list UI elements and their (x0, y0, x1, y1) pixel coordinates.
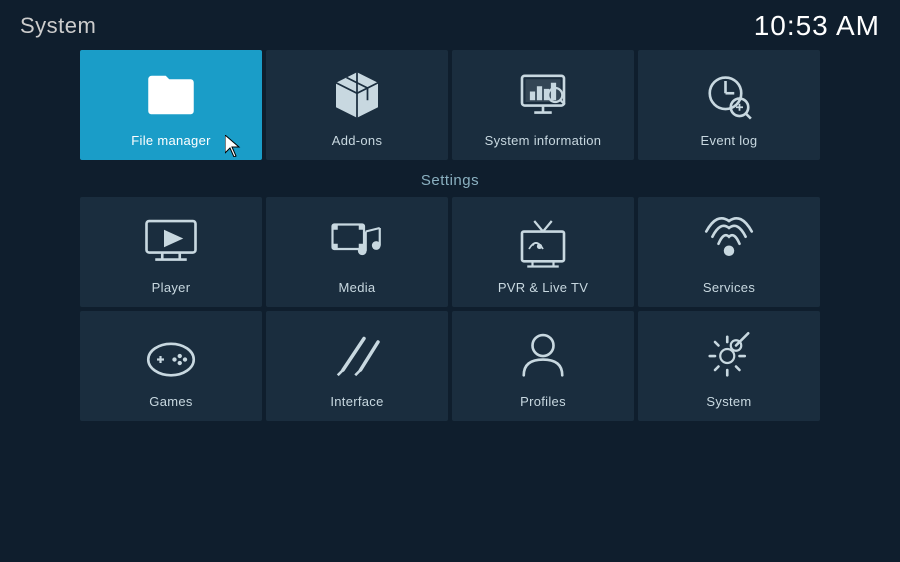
settings-grid: Player Media (80, 197, 820, 421)
profiles-icon (515, 328, 571, 384)
add-ons-icon (329, 67, 385, 123)
file-manager-icon (143, 67, 199, 123)
system-icon (701, 328, 757, 384)
top-tiles-row: File manager Add-ons (0, 50, 900, 160)
system-information-icon (515, 67, 571, 123)
media-label: Media (339, 280, 376, 295)
tile-media[interactable]: Media (266, 197, 448, 307)
tile-system[interactable]: System (638, 311, 820, 421)
tile-file-manager[interactable]: File manager (80, 50, 262, 160)
services-icon (701, 214, 757, 270)
tile-add-ons[interactable]: Add-ons (266, 50, 448, 160)
page-title: System (20, 13, 96, 39)
player-icon (143, 214, 199, 270)
tile-event-log[interactable]: Event log (638, 50, 820, 160)
media-icon (329, 214, 385, 270)
system-information-label: System information (485, 133, 602, 148)
event-log-icon (701, 67, 757, 123)
tile-system-information[interactable]: System information (452, 50, 634, 160)
tile-profiles[interactable]: Profiles (452, 311, 634, 421)
player-label: Player (152, 280, 191, 295)
profiles-label: Profiles (520, 394, 566, 409)
file-manager-label: File manager (131, 133, 210, 148)
pvr-live-tv-label: PVR & Live TV (498, 280, 588, 295)
games-label: Games (149, 394, 192, 409)
pvr-live-tv-icon (515, 214, 571, 270)
tile-games[interactable]: Games (80, 311, 262, 421)
services-label: Services (703, 280, 755, 295)
interface-icon (329, 328, 385, 384)
games-icon (143, 328, 199, 384)
tile-services[interactable]: Services (638, 197, 820, 307)
system-label: System (706, 394, 751, 409)
add-ons-label: Add-ons (332, 133, 383, 148)
interface-label: Interface (330, 394, 383, 409)
tile-pvr-live-tv[interactable]: PVR & Live TV (452, 197, 634, 307)
header: System 10:53 AM (0, 0, 900, 50)
tile-player[interactable]: Player (80, 197, 262, 307)
event-log-label: Event log (701, 133, 758, 148)
settings-heading: Settings (80, 162, 820, 197)
clock: 10:53 AM (754, 10, 880, 42)
tile-interface[interactable]: Interface (266, 311, 448, 421)
settings-section: Settings Player (0, 162, 900, 421)
